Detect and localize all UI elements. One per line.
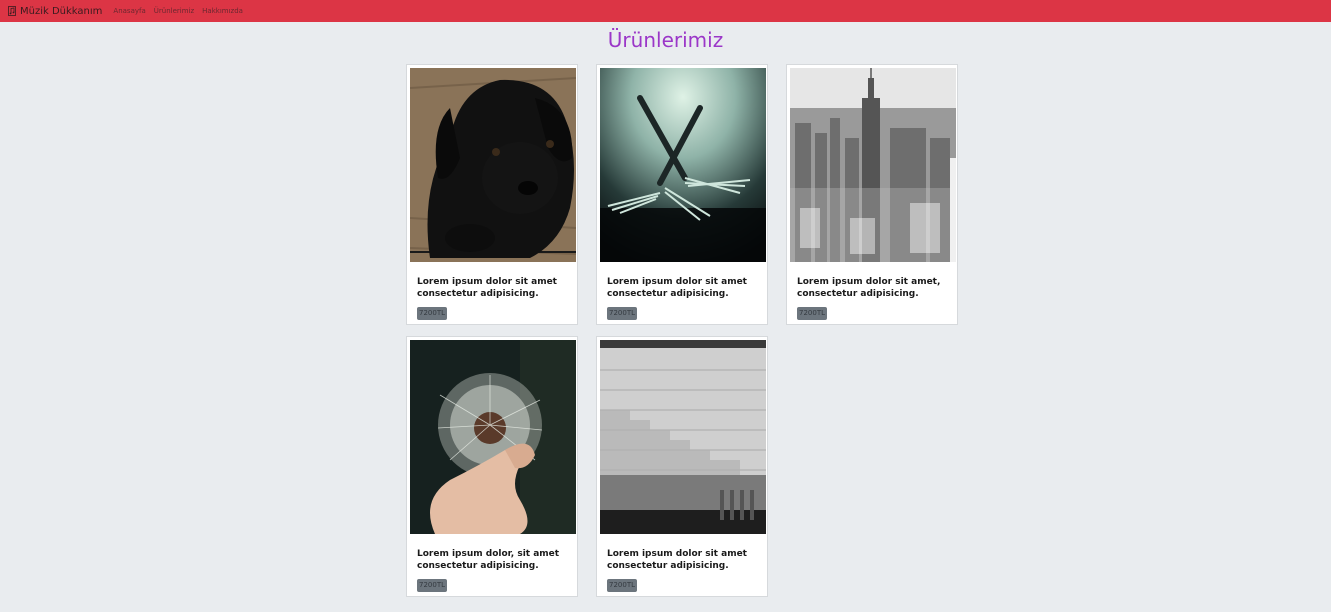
price-badge: 7200TL <box>607 307 637 320</box>
product-card[interactable]: Lorem ipsum dolor sit amet, consectetur … <box>786 64 958 325</box>
product-card[interactable]: Lorem ipsum dolor, sit amet consectetur … <box>406 336 578 597</box>
forks-photo <box>600 68 766 262</box>
nav-link-anasayfa[interactable]: Anasayfa <box>113 7 145 15</box>
black-puppy-photo <box>410 68 576 262</box>
product-description: Lorem ipsum dolor sit amet, consectetur … <box>797 277 941 299</box>
city-skyline-photo <box>790 68 956 262</box>
nav-link-urunlerimiz[interactable]: Ürünlerimiz <box>154 7 194 15</box>
nav-links: Anasayfa Ürünlerimiz Hakkımızda <box>113 7 251 15</box>
price-badge: 7200TL <box>417 307 447 320</box>
price-badge: 7200TL <box>797 307 827 320</box>
product-card[interactable]: Lorem ipsum dolor sit amet consectetur a… <box>596 336 768 597</box>
product-description: Lorem ipsum dolor sit amet consectetur a… <box>607 549 747 571</box>
product-description: Lorem ipsum dolor sit amet consectetur a… <box>417 277 557 299</box>
product-card[interactable]: Lorem ipsum dolor sit amet consectetur a… <box>406 64 578 325</box>
navbar: Müzik Dükkanım Anasayfa Ürünlerimiz Hakk… <box>0 0 1331 22</box>
nav-link-hakkimizda[interactable]: Hakkımızda <box>202 7 243 15</box>
product-description: Lorem ipsum dolor, sit amet consectetur … <box>417 549 560 571</box>
dandelion-photo <box>410 340 576 534</box>
price-badge: 7200TL <box>417 579 447 592</box>
stone-stairs-photo <box>600 340 766 534</box>
price-badge: 7200TL <box>607 579 637 592</box>
page-title: Ürünlerimiz <box>607 28 724 52</box>
product-description: Lorem ipsum dolor sit amet consectetur a… <box>607 277 747 299</box>
music-note-icon <box>8 6 16 16</box>
product-card[interactable]: Lorem ipsum dolor sit amet consectetur a… <box>596 64 768 325</box>
brand-text: Müzik Dükkanım <box>20 5 103 17</box>
brand-link[interactable]: Müzik Dükkanım <box>8 6 102 17</box>
